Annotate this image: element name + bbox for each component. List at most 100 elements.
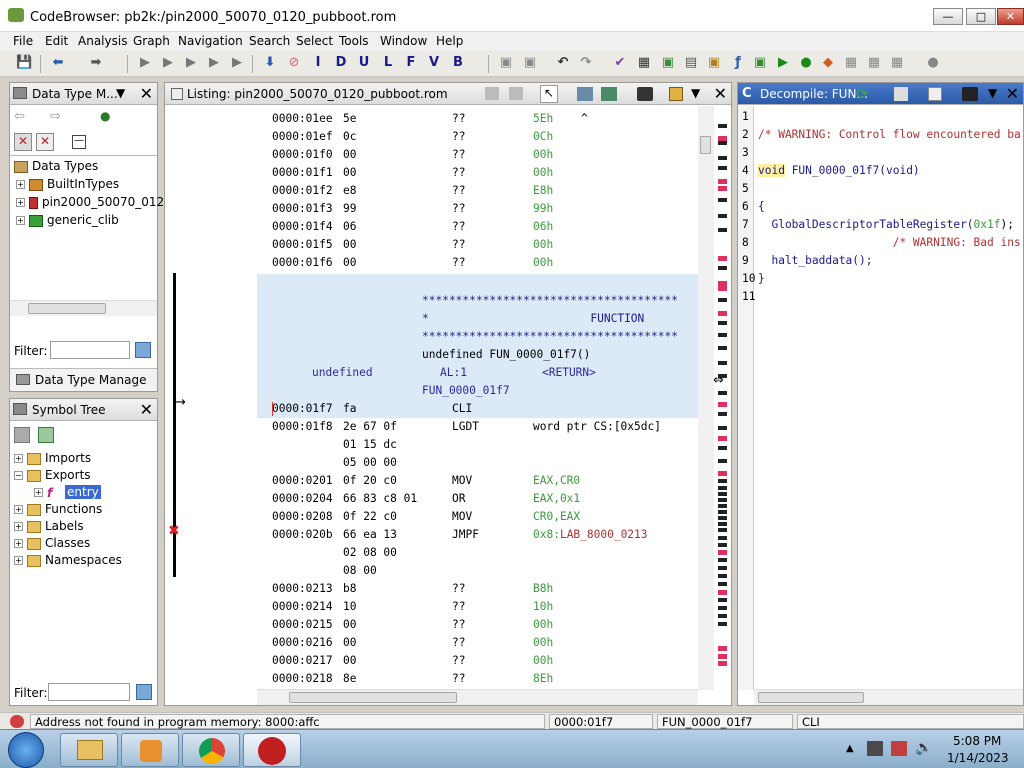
taskbar-media-button[interactable]: [121, 733, 179, 767]
decompiler-line[interactable]: }: [758, 270, 765, 288]
expand-icon[interactable]: +: [16, 216, 25, 225]
debug-icon[interactable]: ●: [798, 55, 814, 71]
menu-tools[interactable]: Tools: [339, 34, 369, 48]
listing-row[interactable]: 01 15 dc: [257, 436, 698, 454]
listing-row[interactable]: 0000:01f6 00?? 00h: [257, 254, 698, 272]
tree-item-entry[interactable]: + f entry: [34, 485, 101, 502]
function-signature[interactable]: undefined FUN_0000_01f7(): [422, 346, 590, 364]
merge-icon[interactable]: ▣: [522, 55, 538, 71]
scrollbar-thumb[interactable]: [289, 692, 457, 703]
toolbar-letter-i[interactable]: I: [310, 55, 326, 71]
listing-row[interactable]: 0000:01f8 2e 67 0f LGDT word ptr CS:[0x5dc]: [257, 418, 698, 436]
close-symbol-tree-icon[interactable]: ✕: [140, 400, 153, 419]
menu-window[interactable]: Window: [380, 34, 427, 48]
decompiler-line[interactable]: void FUN_0000_01f7(void): [758, 162, 920, 180]
decompiler-code-area[interactable]: 1 2 /* WARNING: Control flow encountered b…: [738, 108, 1023, 688]
back-icon[interactable]: ⬅: [50, 55, 66, 71]
minimize-button[interactable]: —: [933, 8, 963, 25]
decompiler-line[interactable]: GlobalDescriptorTableRegister(0x1f);: [758, 216, 1014, 234]
expand-icon[interactable]: +: [14, 454, 23, 463]
data-type-manager-tab[interactable]: Data Type Manage: [35, 373, 147, 387]
listing-horizontal-scrollbar[interactable]: [257, 689, 698, 705]
list-icon[interactable]: ▦: [866, 55, 882, 71]
close-listing-icon[interactable]: ✕: [714, 84, 727, 103]
expand-icon[interactable]: +: [16, 198, 25, 207]
tree-item-generic-clib[interactable]: + generic_clib: [16, 213, 119, 230]
listing-row[interactable]: 0000:0216 00?? 00h: [257, 634, 698, 652]
symbol-tree-filter-input[interactable]: [48, 683, 130, 701]
listing-row[interactable]: 0000:01f0 00?? 00h: [257, 146, 698, 164]
help-icon[interactable]: ●: [925, 55, 941, 71]
listing-row[interactable]: 0000:01f7 fa CLI: [257, 400, 698, 418]
copy-icon[interactable]: [894, 87, 908, 101]
nav-data-icon[interactable]: ▶: [160, 55, 176, 71]
tree-item-imports[interactable]: + Imports: [14, 451, 91, 468]
listing-row[interactable]: 0000:01f4 06?? 06h: [257, 218, 698, 236]
archive-icon[interactable]: ●: [100, 109, 110, 123]
filter-arrays-icon[interactable]: ✕: [14, 133, 32, 151]
run-icon[interactable]: ▶: [775, 55, 791, 71]
listing-row[interactable]: 02 08 00: [257, 544, 698, 562]
camera-icon[interactable]: [637, 87, 653, 101]
field-editor-icon[interactable]: [669, 87, 683, 101]
expand-icon[interactable]: +: [16, 180, 25, 189]
listing-row[interactable]: 0000:0214 10?? 10h: [257, 598, 698, 616]
menu-help[interactable]: Help: [436, 34, 463, 48]
calculator-icon[interactable]: ▦: [636, 55, 652, 71]
nav-label-icon[interactable]: ▶: [206, 55, 222, 71]
collapse-icon[interactable]: −: [14, 471, 23, 480]
tree-item-exports[interactable]: − Exports: [14, 468, 91, 485]
tree-item-labels[interactable]: + Labels: [14, 519, 84, 536]
memory-map-icon[interactable]: ▤: [683, 55, 699, 71]
tree-item-functions[interactable]: + Functions: [14, 502, 102, 519]
scrollbar-thumb[interactable]: [758, 692, 864, 703]
listing-row[interactable]: 0000:01f1 00?? 00h: [257, 164, 698, 182]
decompiler-menu-icon[interactable]: ▼: [988, 86, 997, 100]
overview-margin[interactable]: ⇔: [713, 106, 730, 690]
listing-row[interactable]: 0000:01f2 e8?? E8h: [257, 182, 698, 200]
start-button[interactable]: [8, 732, 44, 768]
function-label[interactable]: FUN_0000_01f7: [422, 382, 510, 400]
decompiler-line[interactable]: /* WARNING: Bad ins: [758, 234, 1021, 252]
bookmark-icon[interactable]: ◆: [820, 55, 836, 71]
tree-item-classes[interactable]: + Classes: [14, 536, 90, 553]
show-hidden-icons-icon[interactable]: ▲: [846, 743, 854, 754]
network-icon[interactable]: [867, 741, 883, 756]
menu-select[interactable]: Select: [296, 34, 333, 48]
scrollbar-thumb[interactable]: [700, 136, 711, 154]
filter-pointers-icon[interactable]: ✕: [36, 133, 54, 151]
stop-icon[interactable]: ⊘: [286, 55, 302, 71]
panel-menu-icon[interactable]: ▼: [116, 86, 125, 100]
toolbar-letter-v[interactable]: V: [426, 55, 442, 71]
checkmark-icon[interactable]: ✔: [612, 55, 628, 71]
redo-icon[interactable]: ↷: [578, 55, 594, 71]
toolbar-letter-f[interactable]: F: [403, 55, 419, 71]
folder-icon[interactable]: ▣: [706, 55, 722, 71]
nav-instruction-icon[interactable]: ▶: [137, 55, 153, 71]
listing-row[interactable]: 08 00: [257, 562, 698, 580]
action-center-icon[interactable]: [891, 741, 907, 756]
listing-row[interactable]: 0000:01f5 00?? 00h: [257, 236, 698, 254]
listing-row[interactable]: 0000:0204 66 83 c8 01 OR EAX,0x1: [257, 490, 698, 508]
refresh-icon[interactable]: ⟳: [856, 85, 869, 103]
expand-icon[interactable]: +: [14, 505, 23, 514]
volume-icon[interactable]: 🔊: [915, 740, 932, 756]
edit-signature-icon[interactable]: [928, 87, 942, 101]
back-icon[interactable]: ⇦: [14, 109, 25, 124]
nav-undefined-icon[interactable]: ▶: [183, 55, 199, 71]
snapshot-icon[interactable]: [577, 87, 593, 101]
clock-time[interactable]: 5:08 PM: [953, 734, 1001, 748]
expand-icon[interactable]: +: [14, 539, 23, 548]
forward-icon[interactable]: ➡: [88, 55, 104, 71]
cursor-mode-icon[interactable]: ↖: [540, 85, 558, 103]
menu-navigation[interactable]: Navigation: [178, 34, 243, 48]
expand-icon[interactable]: +: [14, 522, 23, 531]
filter-options-icon[interactable]: [135, 342, 151, 358]
listing-row[interactable]: 0000:0208 0f 22 c0 MOV CR0,EAX: [257, 508, 698, 526]
tree-item-builtin-types[interactable]: + BuiltInTypes: [16, 177, 119, 194]
copy-icon[interactable]: [485, 87, 499, 100]
data-type-filter-input[interactable]: [50, 341, 130, 359]
listing-row[interactable]: 0000:0217 00?? 00h: [257, 652, 698, 670]
diff-icon[interactable]: [601, 87, 617, 101]
listing-code-area[interactable]: 0000:01ee 5e?? 5Eh ^ 0000:01ef 0c?? 0Ch 0000:01…: [257, 106, 698, 690]
